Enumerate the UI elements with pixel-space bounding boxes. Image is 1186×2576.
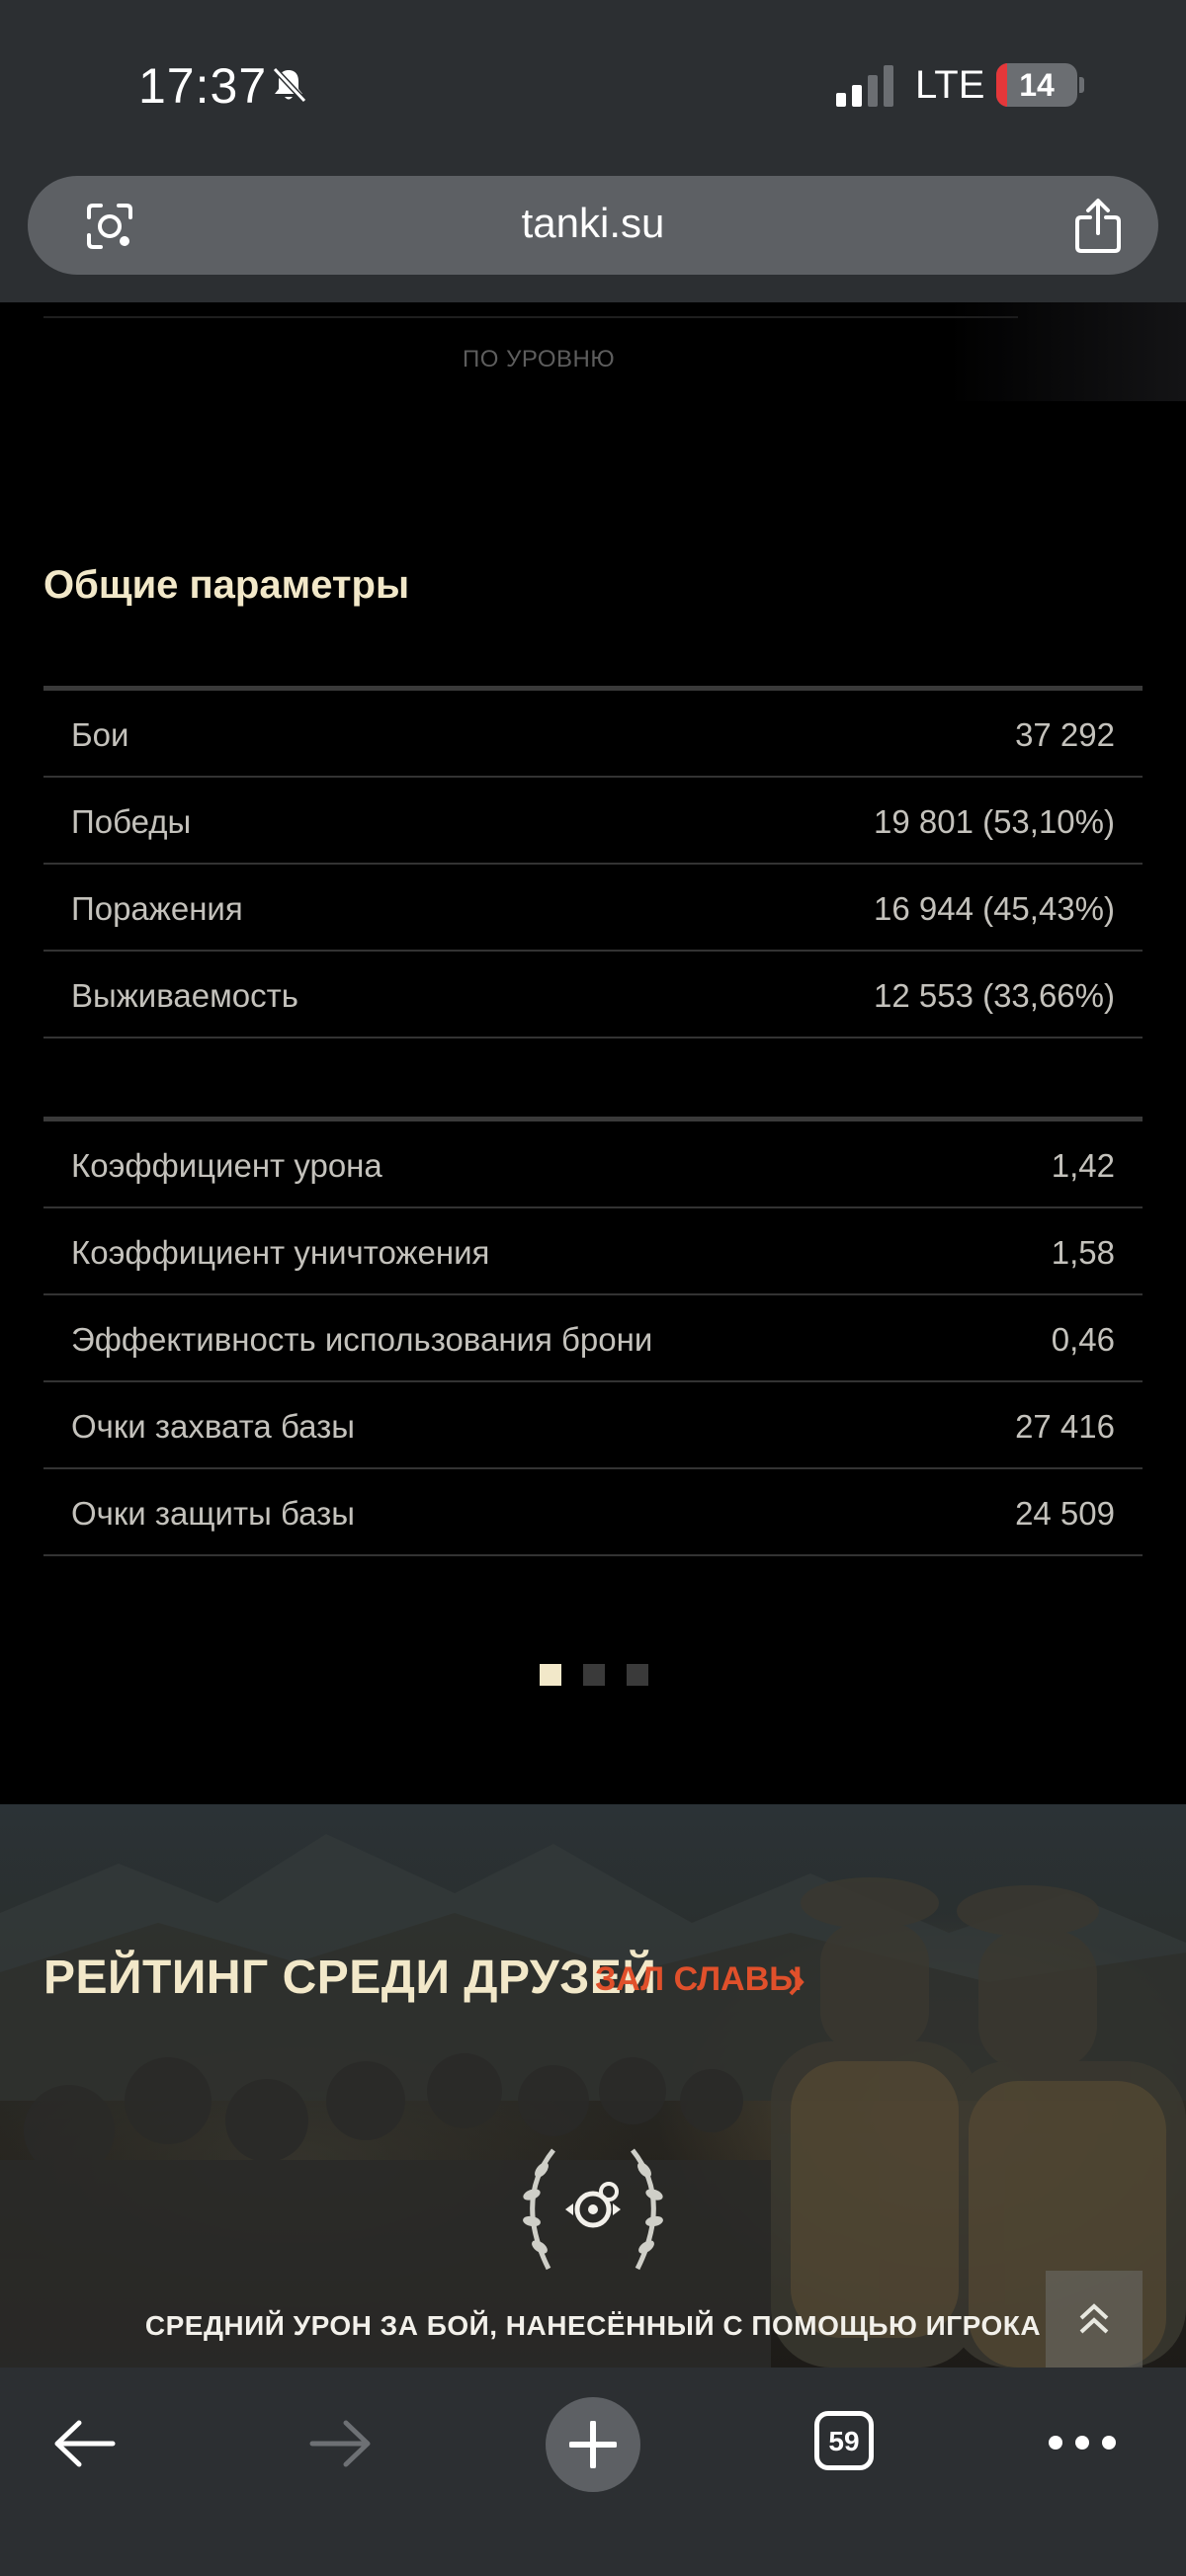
stat-value: 1,58: [1051, 1234, 1115, 1271]
tabs-button[interactable]: 59: [814, 2411, 874, 2470]
stat-value: 12 553 (33,66%): [873, 977, 1115, 1014]
stat-value: 24 509: [1015, 1495, 1115, 1532]
address-bar[interactable]: tanki.su: [28, 176, 1158, 275]
friends-rating-banner: РЕЙТИНГ СРЕДИ ДРУЗЕЙ ЗАЛ СЛАВЫ СРЕДНИЙ У…: [0, 1804, 1186, 2368]
stat-row-battles: Бои 37 292: [43, 691, 1143, 778]
signal-icon: [836, 65, 893, 107]
stat-value: 19 801 (53,10%): [873, 803, 1115, 840]
tab-by-level[interactable]: ПО УРОВНЮ: [463, 346, 615, 374]
bell-muted-icon: [272, 66, 307, 104]
stat-value: 16 944 (45,43%): [873, 890, 1115, 927]
stat-label: Победы: [71, 803, 192, 840]
status-time: 17:37: [138, 58, 268, 114]
new-tab-button[interactable]: [546, 2397, 640, 2492]
tabs-count: 59: [828, 2426, 860, 2456]
battery-tip: [1079, 77, 1084, 93]
stat-row-damage-ratio: Коэффициент урона 1,42: [43, 1122, 1143, 1208]
stat-label: Очки защиты базы: [71, 1495, 355, 1532]
stat-row-defense-points: Очки защиты базы 24 509: [43, 1469, 1143, 1556]
stat-value: 0,46: [1051, 1321, 1115, 1358]
scroll-fade: [949, 302, 1186, 401]
scroll-to-top-button[interactable]: [1046, 2271, 1143, 2368]
chevron-right-icon[interactable]: [787, 1966, 806, 1998]
general-stats-table: Бои 37 292 Победы 19 801 (53,10%) Пораже…: [43, 686, 1143, 1039]
stats-panel: ПО УРОВНЮ Общие параметры Бои 37 292 Поб…: [0, 302, 1186, 1804]
stat-label: Выживаемость: [71, 977, 298, 1014]
stat-row-wins: Победы 19 801 (53,10%): [43, 778, 1143, 865]
double-chevron-up-icon: [1079, 2303, 1109, 2334]
pagination-dot[interactable]: [627, 1664, 648, 1686]
stat-row-capture-points: Очки захвата базы 27 416: [43, 1382, 1143, 1469]
stat-label: Коэффициент урона: [71, 1147, 382, 1184]
share-icon[interactable]: [1073, 198, 1123, 255]
stat-row-kill-ratio: Коэффициент уничтожения 1,58: [43, 1208, 1143, 1295]
more-options-icon[interactable]: [1048, 2433, 1117, 2452]
stat-value: 37 292: [1015, 716, 1115, 753]
stat-label: Коэффициент уничтожения: [71, 1234, 490, 1271]
forward-arrow-icon[interactable]: [308, 2417, 374, 2470]
stat-row-losses: Поражения 16 944 (45,43%): [43, 865, 1143, 952]
hall-of-fame-link[interactable]: ЗАЛ СЛАВЫ: [595, 1960, 803, 1999]
section-title: Общие параметры: [43, 563, 410, 607]
laurel-target-icon: [523, 2148, 663, 2271]
stat-label: Бои: [71, 716, 129, 753]
back-arrow-icon[interactable]: [51, 2417, 117, 2470]
battery-icon: 14: [996, 63, 1077, 107]
status-bar: 17:37 LTE 14: [0, 0, 1186, 168]
stat-value: 1,42: [1051, 1147, 1115, 1184]
efficiency-stats-table: Коэффициент урона 1,42 Коэффициент уничт…: [43, 1117, 1143, 1556]
battery-percent: 14: [1019, 67, 1055, 103]
pagination-dot[interactable]: [583, 1664, 605, 1686]
pagination-dot[interactable]: [540, 1664, 561, 1686]
stat-row-armor-efficiency: Эффективность использования брони 0,46: [43, 1295, 1143, 1382]
stat-label: Очки захвата базы: [71, 1408, 355, 1445]
stat-label: Эффективность использования брони: [71, 1321, 653, 1358]
stat-row-survival: Выживаемость 12 553 (33,66%): [43, 952, 1143, 1039]
network-type: LTE: [915, 63, 985, 107]
url-text[interactable]: tanki.su: [28, 200, 1158, 247]
stat-label: Поражения: [71, 890, 243, 927]
banner-title: РЕЙТИНГ СРЕДИ ДРУЗЕЙ: [43, 1952, 657, 2004]
plus-icon: [569, 2421, 617, 2468]
stat-value: 27 416: [1015, 1408, 1115, 1445]
divider: [43, 316, 1018, 318]
banner-caption: СРЕДНИЙ УРОН ЗА БОЙ, НАНЕСЁННЫЙ С ПОМОЩЬ…: [144, 2310, 1042, 2341]
browser-bottom-toolbar: 59: [0, 2368, 1186, 2576]
